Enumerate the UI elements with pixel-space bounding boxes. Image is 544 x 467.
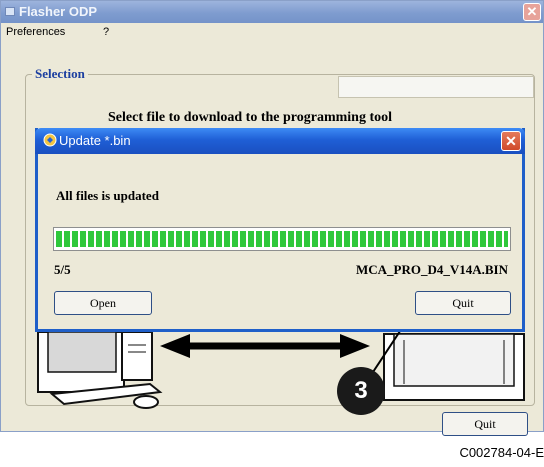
progress-bar [53, 227, 511, 251]
programming-tool-icon [383, 333, 525, 401]
figure-code: C002784-04-E [459, 445, 544, 460]
computer-icon [37, 331, 163, 409]
current-filename: MCA_PRO_D4_V14A.BIN [355, 262, 508, 277]
status-text: All files is updated [56, 188, 159, 203]
dialog-titlebar[interactable]: Update *.bin ✕ [35, 128, 525, 154]
double-arrow-icon [160, 334, 370, 358]
main-quit-button[interactable]: Quit [442, 412, 528, 436]
update-icon [43, 133, 57, 147]
dialog-quit-button[interactable]: Quit [415, 291, 511, 315]
dialog-title: Update *.bin [59, 133, 131, 148]
open-button[interactable]: Open [54, 291, 152, 315]
progress-fill [56, 231, 508, 247]
update-dialog: Update *.bin ✕ All files is updated 5/5 … [35, 128, 525, 332]
file-count: 5/5 [54, 262, 71, 277]
dialog-close-icon[interactable]: ✕ [501, 131, 521, 151]
callout-badge: 3 [337, 367, 385, 415]
